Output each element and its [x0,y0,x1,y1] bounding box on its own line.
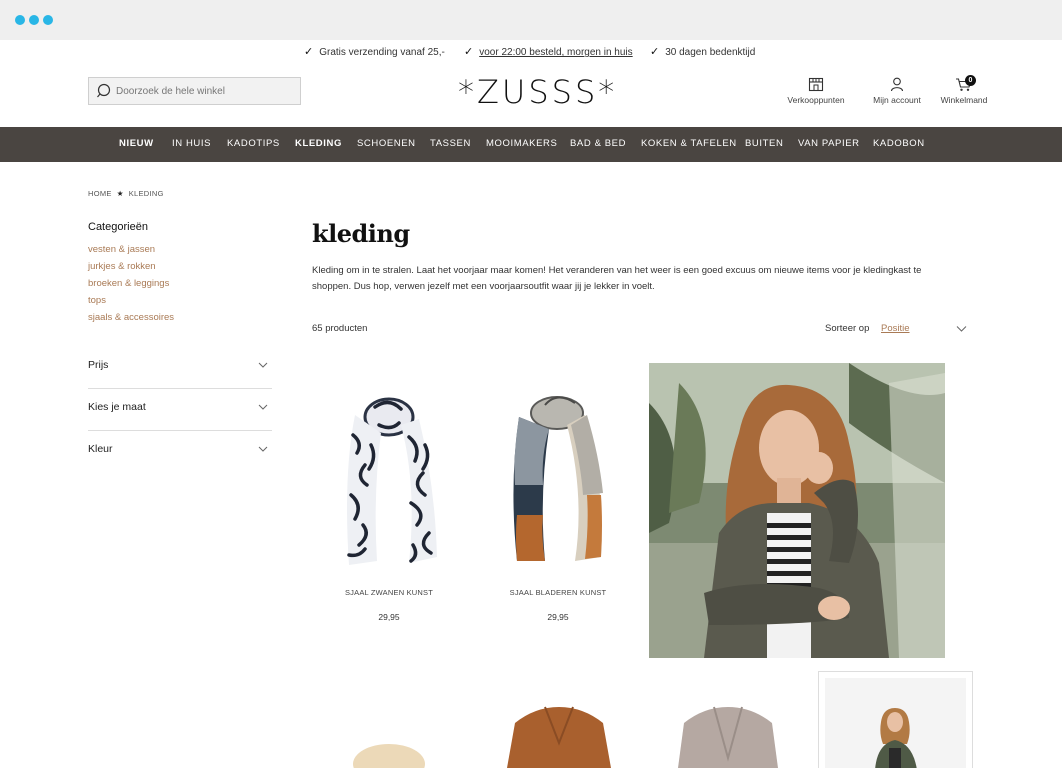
site-logo[interactable]: *ZUSSS* [458,72,614,112]
window-dot[interactable] [43,15,53,25]
nav-item-buiten[interactable]: BUITEN [745,138,783,149]
cart-label: Winkelmand [940,95,988,105]
search-input[interactable] [116,83,296,100]
category-link[interactable]: jurkjes & rokken [88,261,156,272]
stores-label: Verkooppunten [787,95,845,105]
product-image-scarf-zwanen[interactable] [335,385,445,570]
nav-item-tassen[interactable]: TASSEN [430,138,471,149]
filter-label: Prijs [88,359,109,371]
check-icon: ✓ [650,46,660,58]
check-icon: ✓ [304,46,314,58]
user-icon [890,77,904,92]
account-link[interactable]: Mijn account [867,77,927,105]
product-price: 29,95 [547,612,569,622]
category-description: Kleding om in te stralen. Laat het voorj… [312,265,922,292]
check-icon: ✓ [464,46,474,58]
product-name[interactable]: SJAAL ZWANEN KUNST [326,588,452,597]
product-image-cardigan-taupe[interactable] [676,703,780,768]
nav-item-in-huis[interactable]: IN HUIS [172,138,211,149]
breadcrumb-current: KLEDING [128,189,164,198]
category-link[interactable]: broeken & leggings [88,278,169,289]
nav-item-kadotips[interactable]: KADOTIPS [227,138,280,149]
product-count: 65 producten [312,323,368,334]
lifestyle-photo [649,363,945,658]
category-link[interactable]: tops [88,295,106,306]
filter-label: Kies je maat [88,401,146,413]
chevron-down-icon [258,404,268,410]
chevron-down-icon [258,446,268,452]
main-nav: NIEUW IN HUIS KADOTIPS KLEDING SCHOENEN … [0,127,1062,162]
nav-item-van-papier[interactable]: VAN PAPIER [798,138,860,149]
nav-item-kleding[interactable]: KLEDING [295,138,342,149]
filter-label: Kleur [88,443,113,455]
search-icon [97,83,111,98]
search-box[interactable] [88,77,301,105]
nav-item-koken-tafelen[interactable]: KOKEN & TAFELEN [641,138,737,149]
chevron-down-icon[interactable] [956,323,967,334]
product-name[interactable]: SJAAL BLADEREN KUNST [495,588,621,597]
browser-chrome [0,0,1062,40]
window-dot[interactable] [29,15,39,25]
sort-label: Sorteer op [825,323,870,334]
product-tile-model[interactable] [818,671,973,768]
product-price: 29,95 [378,612,400,622]
filter-size[interactable]: Kies je maat [88,389,272,431]
category-link[interactable]: vesten & jassen [88,244,155,255]
filter-price[interactable]: Prijs [88,347,272,389]
breadcrumb-star-icon: ★ [116,189,124,198]
product-image-scarf-bladeren[interactable] [505,385,615,570]
account-label: Mijn account [873,95,921,105]
window-dot[interactable] [15,15,25,25]
cart-count-badge: 0 [965,75,976,86]
product-image-model [825,678,966,768]
breadcrumb-home[interactable]: HOME [88,189,112,198]
stores-link[interactable]: Verkooppunten [785,77,847,105]
nav-item-bad-bed[interactable]: BAD & BED [570,138,626,149]
category-link[interactable]: sjaals & accessoires [88,312,174,323]
cart-link[interactable]: 0 Winkelmand [937,75,991,105]
usp-item: ✓ Gratis verzending vanaf 25,- [304,46,445,58]
page-title: kleding [312,219,410,248]
usp-item: ✓ 30 dagen bedenktijd [650,46,756,58]
store-icon [808,77,824,92]
chevron-down-icon [258,362,268,368]
nav-item-schoenen[interactable]: SCHOENEN [357,138,416,149]
breadcrumb: HOME ★ KLEDING [88,189,164,198]
product-image-hat[interactable] [352,738,426,768]
usp-link[interactable]: voor 22:00 besteld, morgen in huis [479,47,632,58]
nav-item-kadobon[interactable]: KADOBON [873,138,925,149]
product-image-cardigan-brown[interactable] [505,703,613,768]
usp-item[interactable]: ✓ voor 22:00 besteld, morgen in huis [464,45,633,58]
nav-item-mooimakers[interactable]: MOOIMAKERS [486,138,557,149]
usp-bar: ✓ Gratis verzending vanaf 25,- ✓ voor 22:0… [0,45,1062,61]
sort-select[interactable]: Positie [881,323,910,334]
nav-item-nieuw[interactable]: NIEUW [119,138,154,149]
categories-title: Categorieën [88,221,148,233]
filter-color[interactable]: Kleur [88,431,272,473]
